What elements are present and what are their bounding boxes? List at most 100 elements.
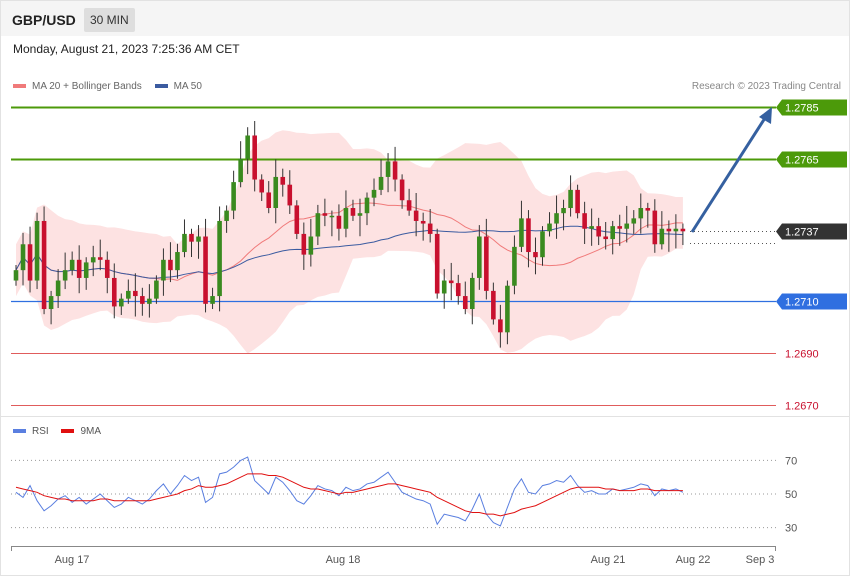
- candle-body-59: [427, 223, 433, 234]
- time-tick-2: Aug 21: [591, 554, 626, 566]
- bollinger-band-fill: [16, 130, 683, 354]
- candle-body-62: [448, 280, 454, 284]
- candle-body-40: [294, 205, 300, 234]
- rsi-ma-line: [15, 473, 683, 517]
- candle-body-27: [203, 236, 208, 304]
- candle-body-26: [196, 236, 201, 242]
- candle-body-9: [76, 259, 82, 278]
- candle-body-57: [413, 210, 419, 221]
- candle-body-55: [399, 179, 405, 201]
- candle-body-76: [547, 223, 552, 232]
- time-tick-3: Aug 22: [676, 554, 711, 566]
- bollinger-band-layer: [15, 130, 683, 354]
- candle-body-13: [104, 259, 110, 278]
- candle-body-28: [210, 296, 215, 304]
- candle-body-39: [287, 184, 293, 206]
- candle-body-35: [259, 179, 264, 193]
- candle-body-54: [392, 161, 398, 180]
- candle-body-38: [280, 176, 286, 185]
- candle-body-60: [434, 233, 440, 294]
- time-tick-1: Aug 18: [326, 554, 361, 566]
- candle-body-83: [596, 226, 601, 237]
- candle-body-91: [652, 210, 658, 245]
- candle-body-0: [13, 270, 19, 281]
- candle-body-89: [638, 208, 644, 219]
- candle-body-78: [561, 208, 566, 214]
- candle-body-10: [83, 262, 89, 278]
- candle-body-44: [322, 213, 328, 216]
- candle-body-8: [69, 259, 75, 271]
- candle-body-24: [182, 233, 187, 253]
- candle-body-18: [140, 296, 145, 304]
- level-tag-label-3: 1.2710: [785, 297, 819, 309]
- candle-body-75: [540, 231, 545, 258]
- candle-body-34: [252, 135, 257, 180]
- candle-body-29: [217, 220, 222, 297]
- candle-body-31: [231, 182, 236, 211]
- candle-body-14: [111, 277, 117, 307]
- candle-body-53: [385, 161, 391, 177]
- candle-body-95: [680, 228, 686, 232]
- level-label-4: 1.2690: [785, 349, 819, 361]
- candle-body-20: [154, 280, 159, 299]
- candle-body-64: [462, 296, 468, 310]
- candle-body-81: [582, 213, 587, 229]
- candle-body-15: [119, 298, 124, 307]
- candle-body-67: [484, 236, 489, 291]
- candle-body-19: [147, 298, 152, 304]
- level-tag-label-0: 1.2785: [785, 103, 819, 115]
- candle-body-86: [617, 226, 623, 229]
- candle-body-45: [329, 215, 335, 218]
- candle-body-3: [34, 220, 40, 281]
- candle-body-43: [315, 213, 321, 237]
- time-axis-layer: Aug 17 Aug 18 Aug 21 Aug 22 Sep 3: [11, 546, 776, 566]
- candle-body-77: [554, 213, 559, 224]
- time-tick-0: Aug 17: [55, 554, 90, 566]
- level-tag-label-1: 1.2765: [785, 155, 819, 167]
- candle-body-84: [603, 236, 608, 240]
- forecast-arrow-layer: [690, 107, 772, 233]
- candle-body-7: [62, 270, 68, 281]
- candle-body-85: [610, 226, 615, 240]
- candle-body-21: [161, 259, 166, 281]
- forecast-arrow-head-icon: [759, 107, 772, 124]
- candle-body-66: [477, 236, 482, 278]
- candle-body-80: [575, 189, 580, 214]
- rsi-tick-0: 30: [785, 523, 797, 535]
- candle-body-74: [533, 252, 538, 258]
- candle-body-46: [336, 215, 342, 229]
- candle-body-6: [55, 280, 61, 297]
- candle-body-65: [470, 277, 475, 310]
- candle-body-12: [97, 257, 103, 260]
- candle-body-63: [455, 283, 461, 297]
- level-label-5: 1.2670: [785, 401, 819, 413]
- candle-body-68: [491, 290, 496, 320]
- candle-body-70: [505, 285, 510, 333]
- candle-body-4: [41, 220, 47, 310]
- forecast-arrow-shaft: [690, 117, 767, 233]
- candle-body-49: [357, 213, 363, 216]
- candle-body-93: [666, 228, 672, 232]
- candle-body-47: [343, 208, 349, 229]
- candle-body-37: [273, 176, 279, 209]
- rsi-line: [15, 456, 684, 527]
- candle-body-73: [526, 218, 531, 253]
- candle-body-11: [90, 257, 96, 263]
- candle-body-94: [673, 228, 679, 232]
- candle-body-88: [631, 218, 637, 224]
- price-chart: 1.2785 1.2765 1.2737 1.2710 1.2690 1.2670 30 5…: [11, 99, 847, 566]
- candle-body-1: [20, 244, 26, 271]
- candle-body-41: [301, 233, 307, 255]
- candle-body-87: [624, 223, 630, 229]
- candle-body-72: [519, 218, 524, 247]
- candle-body-2: [27, 244, 33, 281]
- candle-body-50: [364, 197, 370, 214]
- candle-body-25: [189, 233, 194, 242]
- candle-body-48: [350, 208, 356, 216]
- candle-body-92: [659, 228, 665, 245]
- candle-body-82: [589, 226, 594, 229]
- candle-body-22: [168, 259, 173, 271]
- candle-body-42: [308, 236, 314, 255]
- candle-body-51: [371, 189, 377, 198]
- rsi-panel-layer: 30 50 70: [11, 455, 797, 535]
